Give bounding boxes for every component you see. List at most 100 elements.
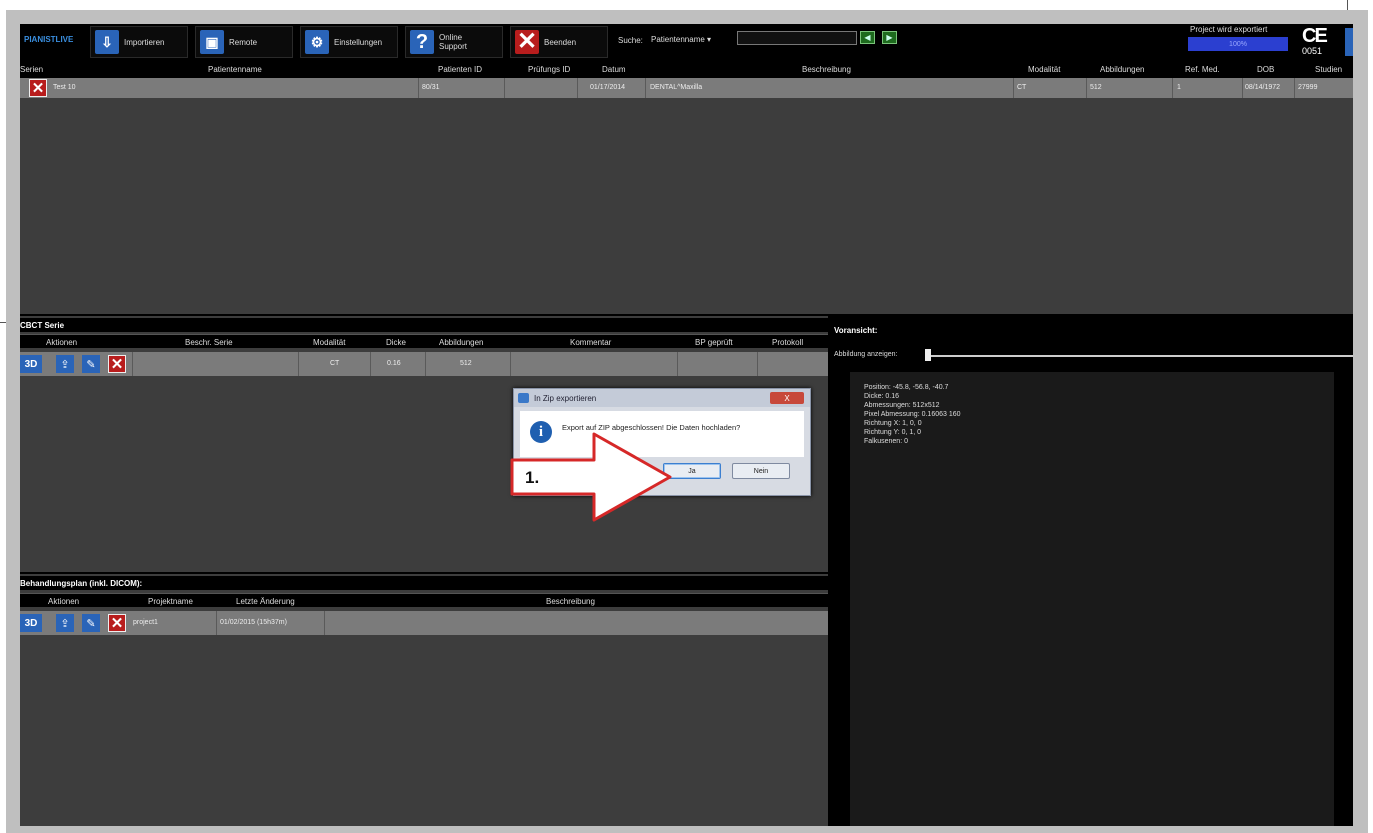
remote-icon: ▣: [200, 30, 224, 54]
project-last-change: 01/02/2015 (15h37m): [220, 619, 287, 626]
export-status-label: Project wird exportiert: [1190, 25, 1268, 34]
margin-mark: [0, 322, 6, 323]
open-3d-button[interactable]: 3D: [20, 614, 42, 632]
info-misc: Falkusenen: 0: [864, 438, 908, 445]
open-3d-button[interactable]: 3D: [20, 355, 42, 373]
cell-divider: [425, 352, 426, 376]
col-description[interactable]: Beschreibung: [546, 597, 595, 606]
col-thickness[interactable]: Dicke: [386, 338, 406, 347]
show-image-label: Abbildung anzeigen:: [834, 351, 898, 358]
preview-title: Voransicht:: [834, 326, 878, 335]
info-position: Position: -45.8, -56.8, -40.7: [864, 384, 949, 391]
support-label: Online Support: [439, 33, 467, 51]
quit-label: Beenden: [544, 37, 577, 47]
ce-number: 0051: [1302, 46, 1323, 56]
export-progress-bar: 100%: [1188, 37, 1288, 51]
settings-label: Einstellungen: [334, 37, 383, 47]
col-series[interactable]: Serien: [20, 65, 43, 74]
search-field-value: Patientenname: [651, 35, 705, 44]
edit-pencil-icon[interactable]: ✎: [82, 355, 100, 373]
search-next-button[interactable]: ▶: [882, 31, 897, 44]
gear-icon: ⚙: [305, 30, 329, 54]
col-patient-name[interactable]: Patientenname: [208, 65, 262, 74]
dialog-titlebar[interactable]: In Zip exportieren X: [514, 389, 810, 407]
col-images[interactable]: Abbildungen: [439, 338, 483, 347]
col-comment[interactable]: Kommentar: [570, 338, 611, 347]
export-icon[interactable]: ⇪: [56, 614, 74, 632]
cell-divider: [132, 352, 133, 376]
image-slider-thumb[interactable]: [925, 349, 931, 361]
help-icon: ?: [410, 30, 434, 54]
col-project-name[interactable]: Projektname: [148, 597, 193, 606]
search-prev-button[interactable]: ◀: [860, 31, 875, 44]
col-description[interactable]: Beschreibung: [802, 65, 851, 74]
col-exam-id[interactable]: Prüfungs ID: [528, 65, 570, 74]
quit-button[interactable]: ✕ Beenden: [510, 26, 608, 58]
delete-patient-icon[interactable]: ✕: [29, 79, 47, 97]
info-direction-x: Richtung X: 1, 0, 0: [864, 420, 922, 427]
online-support-button[interactable]: ? Online Support: [405, 26, 503, 58]
col-series-desc[interactable]: Beschr. Serie: [185, 338, 233, 347]
col-protocol[interactable]: Protokoll: [772, 338, 803, 347]
patient-row[interactable]: ✕ Test 10 80/31 01/17/2014 DENTAL^Maxill…: [20, 78, 1353, 98]
plan-title-text: Behandlungsplan (inkl. DICOM):: [20, 579, 143, 588]
cell-divider: [1013, 78, 1014, 98]
patient-table-header: Serien Patientenname Patienten ID Prüfun…: [20, 62, 1353, 76]
col-bp-checked[interactable]: BP geprüft: [695, 338, 733, 347]
patient-name: Test 10: [53, 84, 76, 91]
support-line-2: Support: [439, 42, 468, 51]
patient-id: 80/31: [422, 84, 440, 91]
exam-modality: CT: [1017, 84, 1027, 91]
delete-plan-icon[interactable]: ✕: [108, 614, 126, 632]
import-icon: ⇩: [95, 30, 119, 54]
series-thickness: 0.16: [387, 360, 401, 367]
settings-button[interactable]: ⚙ Einstellungen: [300, 26, 398, 58]
study-number: 27999: [1298, 84, 1318, 91]
series-images: 512: [460, 360, 472, 367]
col-modality[interactable]: Modalität: [1028, 65, 1060, 74]
series-title-text: CBCT Serie: [20, 321, 65, 330]
col-ref-med[interactable]: Ref. Med.: [1185, 65, 1220, 74]
series-row[interactable]: 3D ⇪ ✎ ✕ CT 0.16 512: [20, 352, 828, 376]
col-images[interactable]: Abbildungen: [1100, 65, 1144, 74]
edit-pencil-icon[interactable]: ✎: [82, 614, 100, 632]
cell-divider: [677, 352, 678, 376]
delete-series-icon[interactable]: ✕: [108, 355, 126, 373]
image-slider-track[interactable]: [929, 355, 1353, 357]
patient-list-area: [20, 98, 1353, 314]
search-label: Suche:: [618, 36, 643, 45]
exam-images: 512: [1090, 84, 1102, 91]
info-thickness: Dicke: 0.16: [864, 393, 900, 400]
col-last-change[interactable]: Letzte Änderung: [236, 597, 295, 606]
col-dob[interactable]: DOB: [1257, 65, 1274, 74]
remote-button[interactable]: ▣ Remote: [195, 26, 293, 58]
close-icon: ✕: [515, 28, 539, 55]
ce-mark: CE: [1302, 25, 1328, 47]
import-button[interactable]: ⇩ Importieren: [90, 26, 188, 58]
plan-table-header: Aktionen Projektname Letzte Änderung Bes…: [20, 593, 828, 607]
support-line-1: Online: [439, 33, 463, 42]
dialog-title: In Zip exportieren: [534, 394, 597, 403]
brand-logo: PIANISTLIVE: [24, 35, 74, 44]
info-pixel-size: Pixel Abmessung: 0.16063 160: [864, 411, 961, 418]
col-patient-id[interactable]: Patienten ID: [438, 65, 482, 74]
series-modality: CT: [330, 360, 340, 367]
search-field-select[interactable]: Patientenname ▾: [651, 35, 711, 44]
no-button[interactable]: Nein: [732, 463, 790, 479]
exam-date: 01/17/2014: [590, 84, 626, 91]
info-dimensions: Abmessungen: 512x512: [864, 402, 940, 409]
corner-mark: [1347, 0, 1348, 10]
col-actions[interactable]: Aktionen: [48, 597, 79, 606]
export-icon[interactable]: ⇪: [56, 355, 74, 373]
plan-row[interactable]: 3D ⇪ ✎ ✕ project1 01/02/2015 (15h37m): [20, 611, 828, 635]
col-study[interactable]: Studien: [1315, 65, 1342, 74]
dialog-close-button[interactable]: X: [770, 392, 804, 404]
step-number: 1.: [525, 468, 540, 487]
col-actions[interactable]: Aktionen: [46, 338, 77, 347]
cell-divider: [504, 78, 505, 98]
toolbar-edge-icon: [1345, 28, 1353, 56]
search-input[interactable]: [737, 31, 857, 45]
col-modality[interactable]: Modalität: [313, 338, 345, 347]
plan-panel-title: Behandlungsplan (inkl. DICOM):: [20, 576, 828, 590]
col-date[interactable]: Datum: [602, 65, 626, 74]
